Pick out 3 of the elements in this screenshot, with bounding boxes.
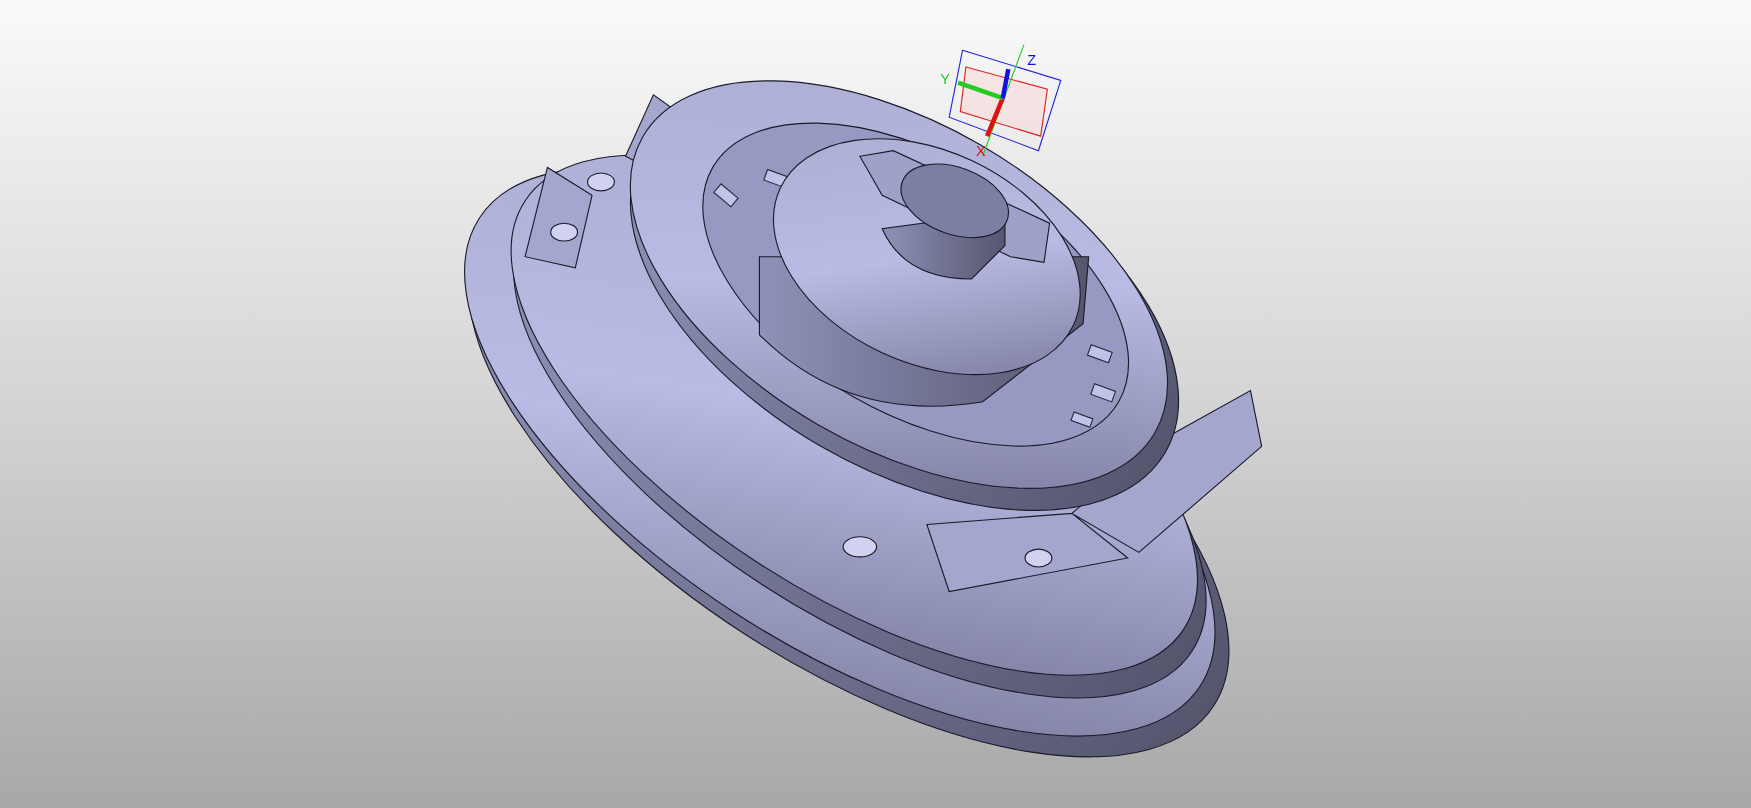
axis-label: X bbox=[975, 143, 986, 160]
axis-label: Z bbox=[1027, 51, 1037, 68]
axis-label: Y bbox=[940, 70, 950, 87]
